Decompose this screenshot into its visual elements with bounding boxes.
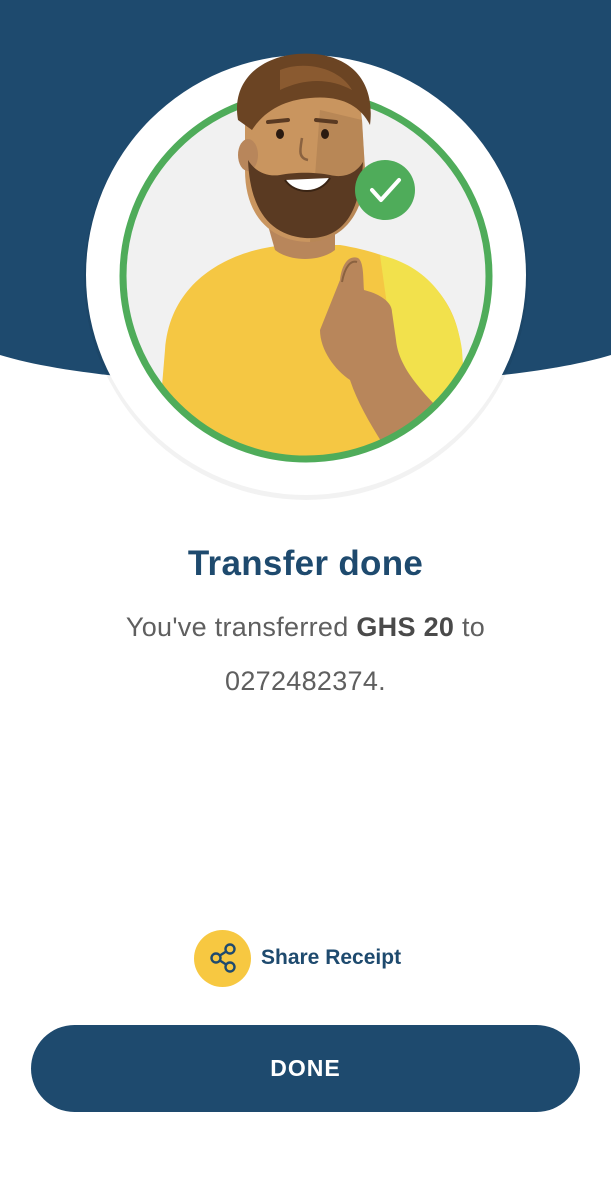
done-button[interactable]: DONE [31, 1025, 580, 1112]
share-receipt-label[interactable]: Share Receipt [261, 946, 401, 970]
success-illustration [84, 53, 528, 500]
status-message: You've transferred GHS 20 to 0272482374. [60, 600, 551, 708]
message-middle: to [454, 612, 486, 642]
message-prefix: You've transferred [125, 612, 357, 642]
checkmark-icon [355, 160, 415, 220]
transfer-amount: GHS 20 [356, 612, 455, 642]
share-icon[interactable] [194, 929, 251, 987]
recipient-number: 0272482374. [225, 666, 386, 696]
share-receipt-button[interactable]: Share Receipt [194, 929, 401, 987]
status-title: Transfer done [187, 544, 424, 583]
